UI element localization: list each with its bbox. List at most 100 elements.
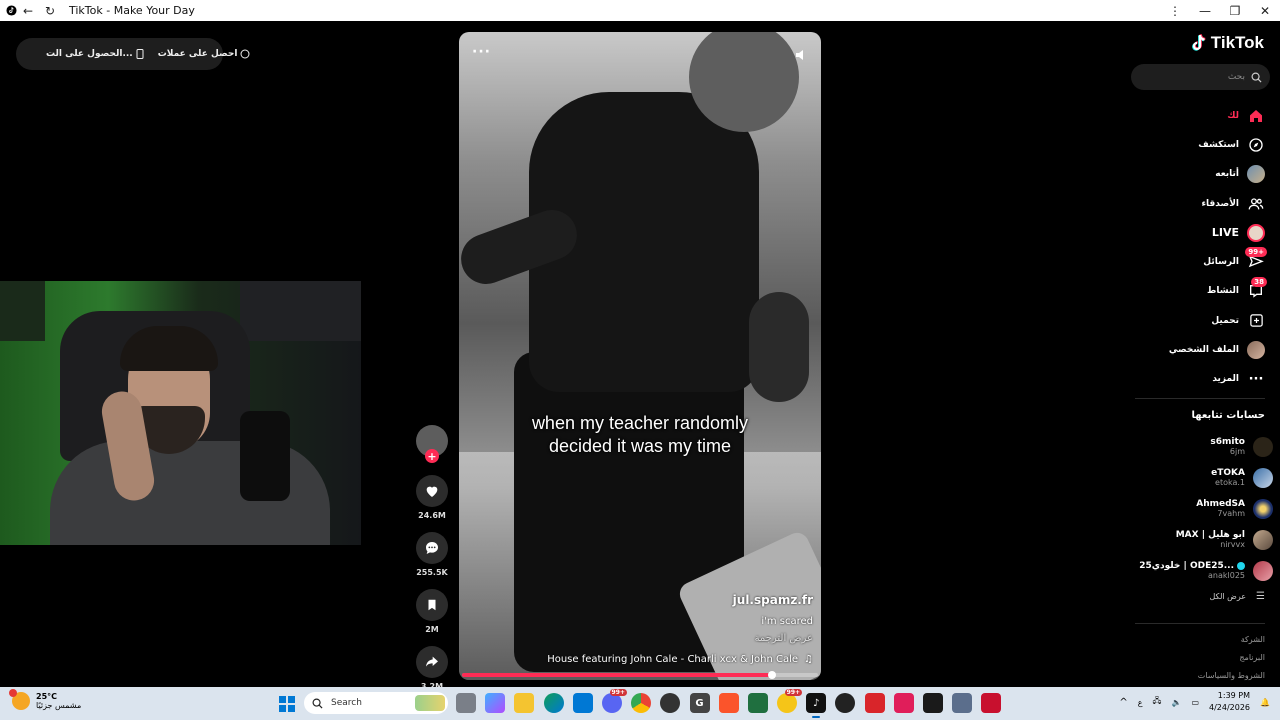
clock[interactable]: 1:39 PM 4/24/2026 xyxy=(1209,690,1250,714)
right-sidebar: TikTok بحث لك استكشف أتابعه الأصدقاء LIV… xyxy=(1130,21,1280,687)
nav-upload[interactable]: تحميل xyxy=(1130,306,1265,335)
app-icon-g[interactable]: G xyxy=(689,693,710,713)
following-account[interactable]: AhmedSA 7vahm xyxy=(1133,493,1273,524)
translate-link[interactable]: عرض الترجمة xyxy=(755,633,813,644)
edge-icon[interactable] xyxy=(543,693,564,713)
following-list: s6mito 6jm eTOKA etoka.1 AhmedSA 7vahm MAX … xyxy=(1133,431,1273,586)
video-more-icon[interactable]: ··· xyxy=(472,44,491,60)
nav-friends-label: الأصدقاء xyxy=(1201,198,1239,209)
file-explorer-icon[interactable] xyxy=(514,693,535,713)
close-icon[interactable]: ✕ xyxy=(1250,0,1280,21)
following-account[interactable]: MAX | ابو هليل nirvvx xyxy=(1133,524,1273,555)
heart-icon xyxy=(426,486,438,497)
video-figure-head xyxy=(689,32,799,132)
see-all-label: عرض الكل xyxy=(1209,592,1247,601)
discord-icon[interactable]: 99+ xyxy=(601,689,627,713)
bookmark-icon xyxy=(428,599,436,611)
emoji-app-icon[interactable]: 99+ xyxy=(777,689,803,713)
footer-link-company[interactable]: الشركة xyxy=(1198,631,1265,649)
share-button[interactable] xyxy=(416,646,448,678)
tiktok-app: الحصول على الت... احصل على عملات ··· whe… xyxy=(0,21,1280,691)
nav-for-you[interactable]: لك xyxy=(1130,101,1265,130)
video-figure-arm-right xyxy=(749,292,809,402)
video-caption: when my teacher randomly decided it was … xyxy=(459,412,821,458)
capcut-icon[interactable] xyxy=(923,693,943,713)
pink-app-icon[interactable] xyxy=(893,693,914,713)
minimize-icon[interactable]: — xyxy=(1190,0,1220,21)
back-icon[interactable]: ← xyxy=(17,0,39,21)
progress-fill xyxy=(462,673,772,677)
nav-upload-label: تحميل xyxy=(1211,315,1239,326)
nav-more[interactable]: المزيد ··· xyxy=(1130,365,1265,394)
copilot-icon[interactable] xyxy=(485,693,506,713)
nav-friends[interactable]: الأصدقاء xyxy=(1130,189,1265,218)
following-account[interactable]: eTOKA etoka.1 xyxy=(1133,462,1273,493)
nav-live[interactable]: LIVE xyxy=(1130,218,1265,247)
following-title: حسابات تتابعها xyxy=(1191,410,1265,421)
caption-line-1: when my teacher randomly xyxy=(531,413,749,433)
tiktok-taskbar-icon[interactable]: ♪ xyxy=(806,693,827,718)
get-coins-button[interactable]: احصل على عملات xyxy=(158,49,251,59)
reload-icon[interactable]: ↻ xyxy=(39,0,61,21)
restore-icon[interactable]: ❐ xyxy=(1220,0,1250,21)
language-indicator[interactable]: ع xyxy=(1138,698,1143,707)
notification-bell-icon[interactable]: 🔔 xyxy=(1260,698,1270,707)
account-handle: anakl025 xyxy=(1208,571,1245,580)
progress-knob[interactable] xyxy=(767,671,776,679)
start-button[interactable] xyxy=(279,696,295,712)
webcam-background-box xyxy=(0,281,45,341)
network-icon[interactable]: 🖧 xyxy=(1153,695,1162,709)
video-username[interactable]: jul.spamz.fr xyxy=(733,593,813,607)
chevron-up-icon[interactable]: ^ xyxy=(1119,697,1127,708)
xbox-icon[interactable] xyxy=(747,693,768,713)
menu-dots-icon[interactable]: ⋮ xyxy=(1160,0,1190,21)
window-title: TikTok - Make Your Day xyxy=(69,4,195,17)
tiktok-logo[interactable]: TikTok xyxy=(1191,33,1264,53)
nav-following[interactable]: أتابعه xyxy=(1130,160,1265,189)
nav-activity[interactable]: النشاط 38 xyxy=(1130,276,1267,306)
see-all-button[interactable]: عرض الكل ☰ xyxy=(1209,591,1265,602)
account-name: s6mito xyxy=(1210,437,1245,447)
get-app-button[interactable]: الحصول على الت... xyxy=(46,49,144,59)
following-account[interactable]: s6mito 6jm xyxy=(1133,431,1273,462)
logo-text: TikTok xyxy=(1210,33,1264,52)
save-button[interactable] xyxy=(416,589,448,621)
battery-icon[interactable]: ▭ xyxy=(1191,698,1199,707)
brave-icon[interactable] xyxy=(718,693,739,713)
search-input[interactable]: بحث xyxy=(1131,64,1270,90)
footer-link-terms[interactable]: الشروط والسياسات xyxy=(1198,667,1265,685)
weather-widget[interactable]: 25°C مشمس جزئيًا xyxy=(9,689,81,710)
system-tray: ^ ع 🖧 🔈 ▭ 1:39 PM 4/24/2026 🔔 xyxy=(1119,690,1270,714)
speaker-icon[interactable]: 🔈 xyxy=(1171,698,1181,707)
task-view-icon[interactable] xyxy=(456,693,476,713)
volume-icon[interactable] xyxy=(795,46,807,65)
sidebar-divider-1 xyxy=(1135,398,1265,399)
chrome-icon[interactable] xyxy=(631,693,652,713)
creator-avatar[interactable]: + xyxy=(416,425,448,463)
like-button[interactable] xyxy=(416,475,448,507)
video-music[interactable]: House featuring John Cale - Charli xcx &… xyxy=(547,654,813,665)
avatar-icon xyxy=(1247,165,1265,184)
nav-more-label: المزيد xyxy=(1212,374,1239,385)
red-app-icon[interactable] xyxy=(864,693,885,713)
main-nav: لك استكشف أتابعه الأصدقاء LIVE الرسائل 9… xyxy=(1130,101,1267,394)
nav-explore[interactable]: استكشف xyxy=(1130,130,1265,159)
comment-button[interactable] xyxy=(416,532,448,564)
settings-icon[interactable] xyxy=(952,693,973,713)
follow-plus-icon[interactable]: + xyxy=(425,449,439,463)
mcafee-icon[interactable] xyxy=(981,693,1002,713)
store-icon[interactable] xyxy=(572,693,593,713)
sync-app-icon[interactable] xyxy=(835,693,856,713)
video-progress-bar[interactable] xyxy=(462,671,818,679)
discord-badge: 99+ xyxy=(609,689,627,696)
video-player[interactable]: ··· when my teacher randomly decided it … xyxy=(459,32,821,680)
music-note-icon: ♫ xyxy=(804,654,813,665)
taskbar-search-label: Search xyxy=(331,698,362,708)
nav-messages[interactable]: الرسائل 99+ xyxy=(1130,247,1267,276)
taskbar-search[interactable]: Search xyxy=(304,692,448,714)
steam-icon[interactable] xyxy=(660,693,681,713)
live-dot-icon xyxy=(1237,562,1245,570)
following-account[interactable]: خلودي25 | ODE25... anakl025 xyxy=(1133,555,1273,586)
nav-profile[interactable]: الملف الشخصي xyxy=(1130,335,1265,364)
footer-link-program[interactable]: البرنامج xyxy=(1198,649,1265,667)
